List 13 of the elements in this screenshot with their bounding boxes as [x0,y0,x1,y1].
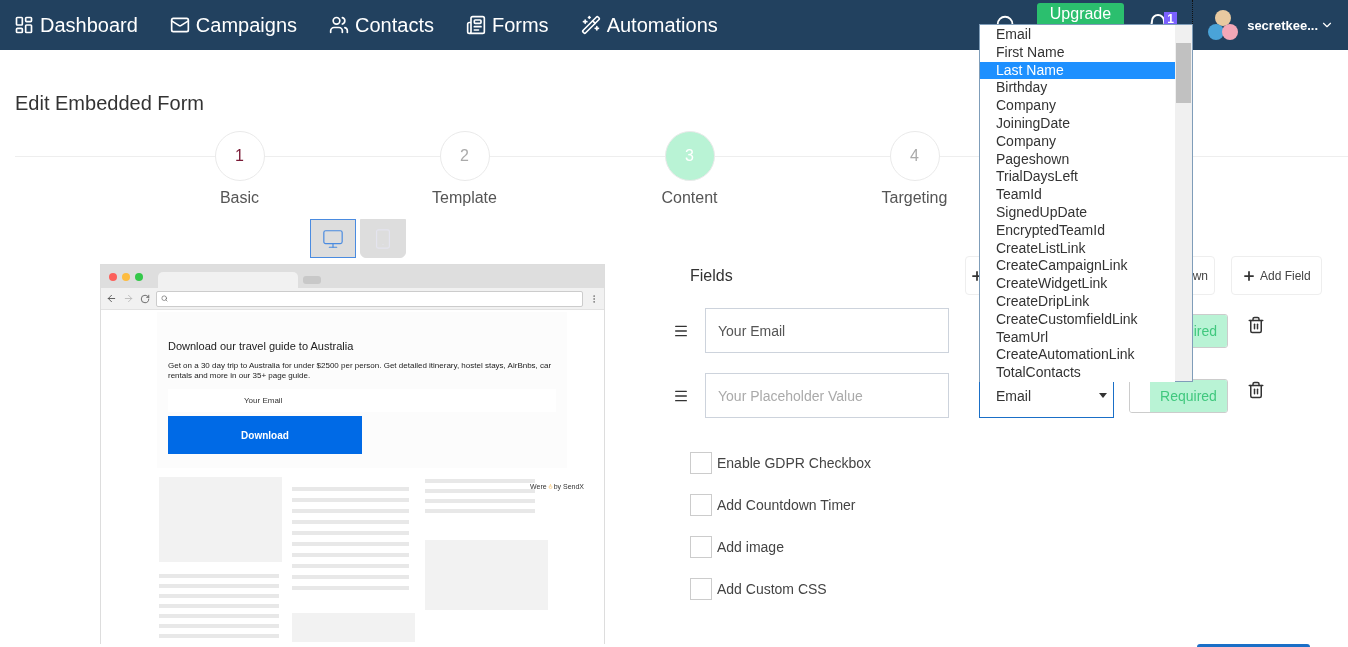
checkbox-label: Add image [717,539,784,555]
button-label: wn [1192,268,1208,283]
step-label: Targeting [881,189,948,207]
checkbox-label: Enable GDPR Checkbox [717,455,872,471]
checkbox-label: Add Custom CSS [717,581,827,597]
fields-title: Fields [690,266,734,285]
preview-heading: Download our travel guide to Australia [168,340,355,352]
step-label: Basic [219,189,260,207]
page-title: Edit Embedded Form [15,92,204,115]
preview-text: Get on a 30 day trip to Australia for under $2500 per person. Get detailed itinerary, hostel stays, AirBnbs, car rentals and more in our 35+ page guide. [168,361,553,381]
step-label: Content [661,189,718,207]
checkbox-label: Add Countdown Timer [717,497,856,513]
step-label: Template [432,189,497,207]
